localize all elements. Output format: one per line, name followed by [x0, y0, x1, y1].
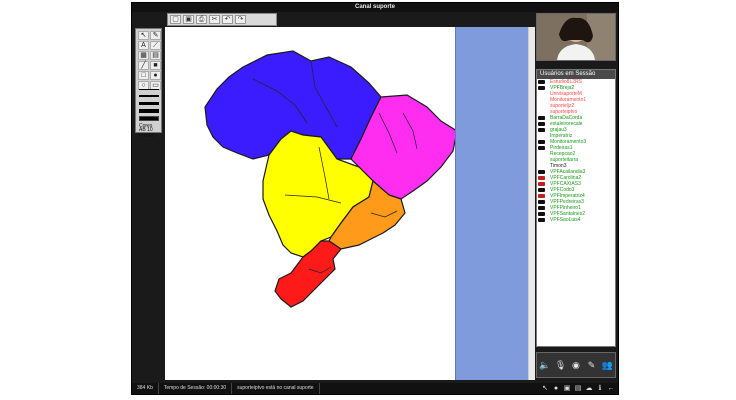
session-time: Tempo de Sessão: 00:00:30	[159, 383, 233, 394]
status-flag-red-icon	[538, 194, 545, 198]
brush-tool-icon[interactable]: ⟋	[150, 41, 161, 50]
window-title: Canal suporte	[132, 3, 618, 12]
select-tool-icon[interactable]: ↖	[138, 31, 149, 40]
back-icon[interactable]: ←	[607, 385, 615, 393]
status-flag-red-icon	[538, 176, 545, 180]
status-flag-icon	[538, 146, 545, 150]
vertical-scrollbar[interactable]	[528, 27, 535, 380]
status-flag-icon	[538, 170, 545, 174]
media-controls: 🔈 🎙 ◉ ✎ 👥	[536, 352, 616, 378]
users-panel-header: Usuários em Sessão	[537, 70, 615, 79]
status-flag-icon	[538, 212, 545, 216]
status-flag-icon	[538, 140, 545, 144]
new-page-icon[interactable]: ▢	[170, 15, 181, 24]
text-size-row[interactable]: AB 10 Fontes	[139, 127, 161, 139]
blue-overlay-panel	[455, 27, 530, 380]
chat-icon[interactable]: ✎	[586, 360, 597, 371]
pointer-icon[interactable]: ↖	[541, 385, 549, 393]
rect-outline-tool-icon[interactable]: □	[138, 71, 149, 80]
pencil-tool-icon[interactable]: ✎	[150, 31, 161, 40]
user-list: Estudio8L2RS VPFBreja2 UnivisaporteM Monito…	[537, 79, 615, 223]
brazil-map	[204, 50, 458, 308]
extra-thick-line-option[interactable]	[139, 109, 159, 113]
presenter-image	[537, 14, 615, 60]
status-flag-red-icon	[538, 182, 545, 186]
status-message: suporteiptvo está no canal suporte	[232, 383, 320, 394]
undo-icon[interactable]: ↶	[222, 15, 233, 24]
user-list-item[interactable]: VPFSaoLuis4	[537, 217, 615, 223]
info-icon[interactable]: ℹ	[596, 385, 604, 393]
thin-line-option[interactable]	[139, 89, 159, 90]
application-window: Canal suporte ▢ ▣ ⎙ ✂ ↶ ↷ ↖ ✎ A ⟋ ▦ ▤ ╱ …	[131, 2, 619, 395]
status-flag-icon	[538, 122, 545, 126]
slideshow-icon[interactable]: ▤	[574, 385, 582, 393]
print-icon[interactable]: ⎙	[196, 15, 207, 24]
status-flag-icon	[538, 116, 545, 120]
webcam-video	[536, 13, 616, 61]
status-flag-icon	[538, 188, 545, 192]
record-icon[interactable]: ●	[552, 385, 560, 393]
save-icon[interactable]: ▣	[183, 15, 194, 24]
user-name: VPFSaoLuis4	[550, 217, 581, 223]
circle-tool-icon[interactable]: ●	[150, 71, 161, 80]
webcam-icon[interactable]: ◉	[570, 360, 581, 371]
cut-icon[interactable]: ✂	[209, 15, 220, 24]
fontes-label[interactable]: Fontes	[139, 133, 154, 139]
image-tool-icon[interactable]: ▤	[150, 51, 161, 60]
status-flag-icon	[538, 128, 545, 132]
whiteboard-canvas[interactable]	[165, 27, 535, 380]
status-flag-icon	[538, 200, 545, 204]
drawing-tools-panel: ↖ ✎ A ⟋ ▦ ▤ ╱ ■ □ ● ○ ▭ Cores AB 10 Font…	[135, 28, 162, 139]
memory-size: 384 Kb	[132, 383, 159, 394]
status-bar: 384 Kb Tempo de Sessão: 00:00:30 suporte…	[132, 383, 618, 394]
line-tool-icon[interactable]: ╱	[138, 61, 149, 70]
top-toolbar: ▢ ▣ ⎙ ✂ ↶ ↷	[167, 13, 277, 26]
thick-line-option[interactable]	[139, 102, 159, 105]
users-icon[interactable]: 👥	[602, 360, 613, 371]
status-flag-icon	[538, 86, 545, 90]
status-flag-icon	[538, 80, 545, 84]
rect-filled-tool-icon[interactable]: ■	[150, 61, 161, 70]
document-icon[interactable]: ▣	[563, 385, 571, 393]
fill-tool-icon[interactable]: ▦	[138, 51, 149, 60]
users-in-session-panel: Usuários em Sessão Estudio8L2RS VPFBreja2…	[536, 69, 616, 347]
text-tool-icon[interactable]: A	[138, 41, 149, 50]
medium-line-option[interactable]	[139, 95, 159, 97]
speaker-icon[interactable]: 🔈	[539, 360, 550, 371]
status-flag-icon	[538, 218, 545, 222]
cloud-icon[interactable]: ☁	[585, 385, 593, 393]
status-icons: ↖ ● ▣ ▤ ☁ ℹ ←	[541, 385, 618, 393]
status-flag-icon	[538, 206, 545, 210]
color-swatch[interactable]	[139, 116, 159, 121]
microphone-icon[interactable]: 🎙	[555, 360, 566, 371]
redo-icon[interactable]: ↷	[235, 15, 246, 24]
